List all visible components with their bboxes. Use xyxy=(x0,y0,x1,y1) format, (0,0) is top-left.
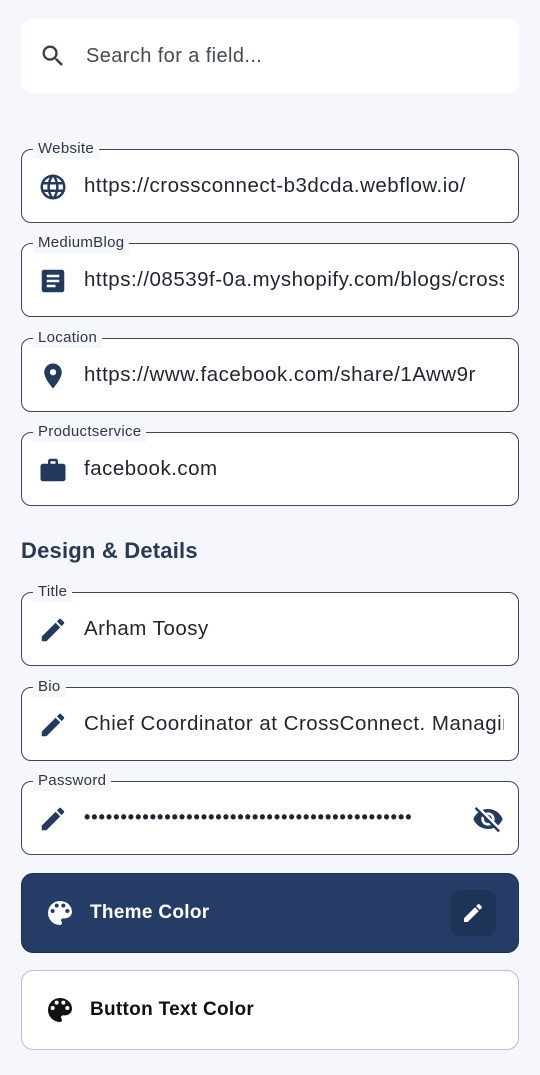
article-icon xyxy=(38,266,68,296)
password-field[interactable]: Password •••••••••••••••••••••••••••••••… xyxy=(21,771,519,855)
pencil-icon xyxy=(38,804,68,834)
button-text-color-row[interactable]: Button Text Color xyxy=(21,970,519,1050)
product-service-value[interactable]: facebook.com xyxy=(84,433,504,504)
product-service-field[interactable]: Productservice facebook.com xyxy=(21,422,519,506)
palette-icon xyxy=(44,994,76,1026)
pencil-icon xyxy=(464,903,483,922)
password-value[interactable]: ••••••••••••••••••••••••••••••••••••••••… xyxy=(84,782,458,853)
palette-icon xyxy=(44,897,76,929)
eye-off-icon[interactable] xyxy=(472,803,504,835)
location-pin-icon xyxy=(38,361,68,391)
globe-icon xyxy=(38,172,68,202)
title-label: Title xyxy=(33,582,73,602)
medium-blog-value[interactable]: https://08539f-0a.myshopify.com/blogs/cr… xyxy=(84,244,504,315)
pencil-icon xyxy=(38,615,68,645)
medium-blog-field[interactable]: MediumBlog https://08539f-0a.myshopify.c… xyxy=(21,233,519,317)
search-icon xyxy=(42,45,63,66)
theme-color-edit-button[interactable] xyxy=(450,890,496,936)
title-field[interactable]: Title Arham Toosy xyxy=(21,582,519,666)
section-title-design-details: Design & Details xyxy=(21,538,198,563)
theme-color-label: Theme Color xyxy=(90,902,210,923)
location-value[interactable]: https://www.facebook.com/share/1Aww9r xyxy=(84,339,504,410)
pencil-icon xyxy=(38,710,68,740)
button-text-color-label: Button Text Color xyxy=(90,999,255,1020)
search-bar[interactable] xyxy=(21,19,519,93)
website-value[interactable]: https://crossconnect-b3dcda.webflow.io/ xyxy=(84,150,504,221)
briefcase-icon xyxy=(38,455,68,485)
title-value[interactable]: Arham Toosy xyxy=(84,593,504,664)
bio-field[interactable]: Bio Chief Coordinator at CrossConnect. M… xyxy=(21,677,519,761)
theme-color-row[interactable]: Theme Color xyxy=(21,873,519,953)
location-field[interactable]: Location https://www.facebook.com/share/… xyxy=(21,328,519,412)
website-field[interactable]: Website https://crossconnect-b3dcda.webf… xyxy=(21,139,519,223)
bio-label: Bio xyxy=(33,677,66,697)
search-input[interactable] xyxy=(84,43,508,69)
bio-value[interactable]: Chief Coordinator at CrossConnect. Manag… xyxy=(84,688,504,759)
